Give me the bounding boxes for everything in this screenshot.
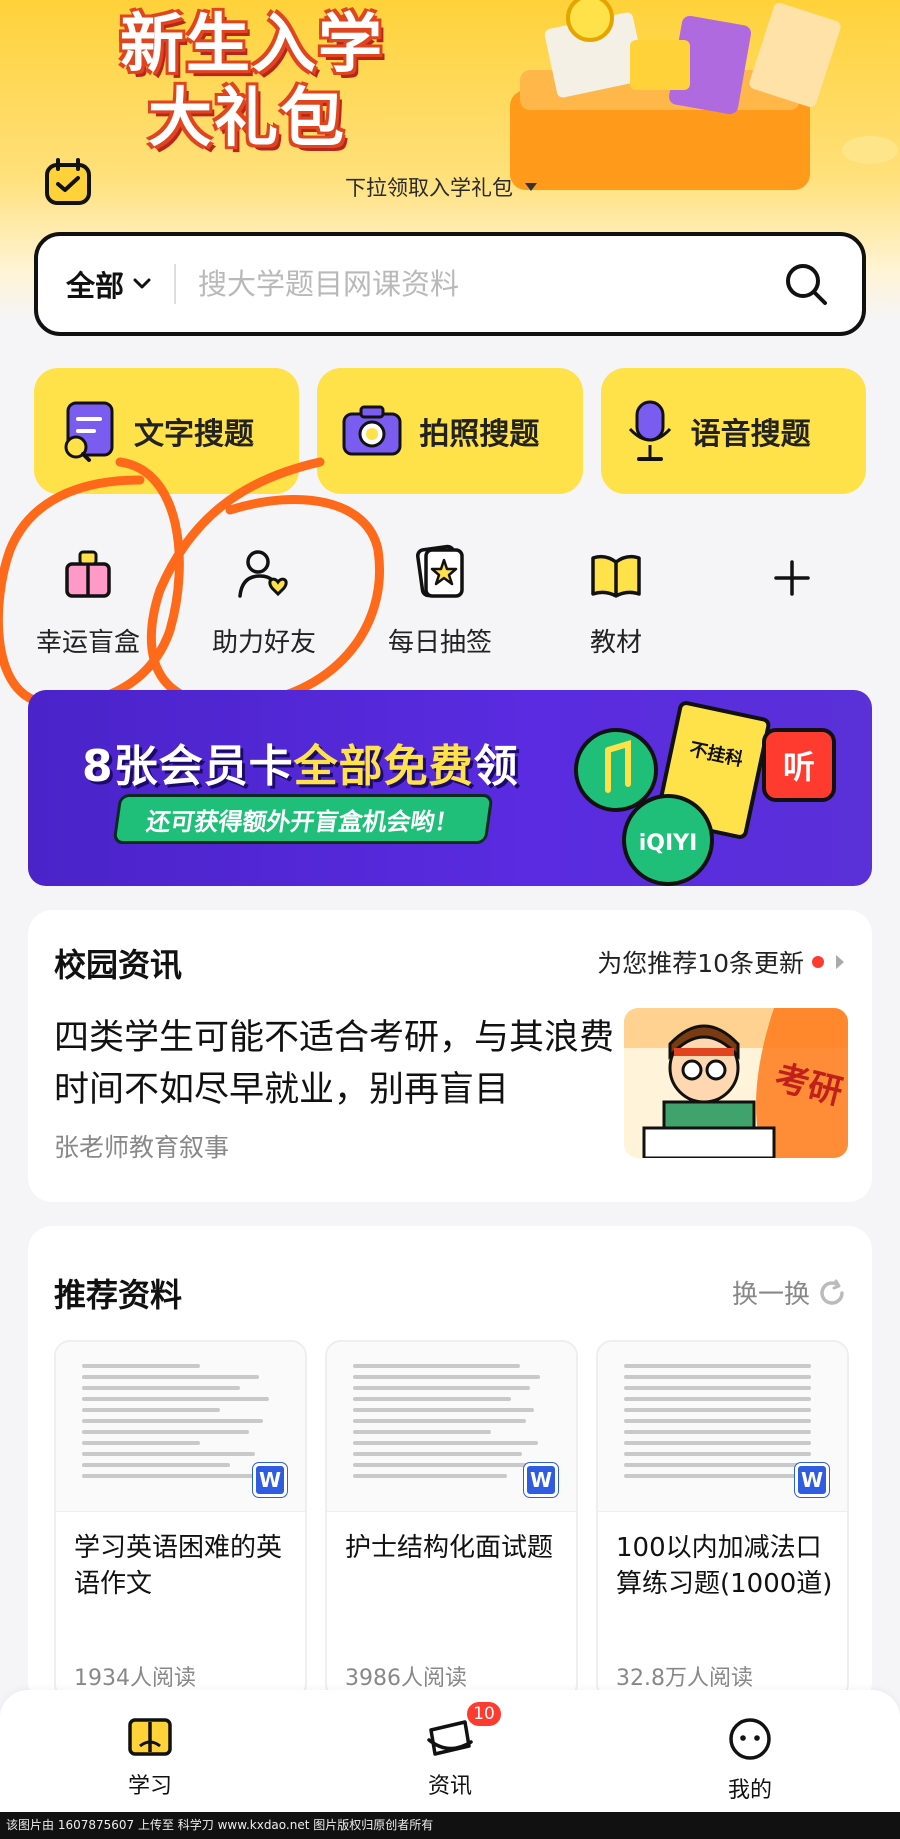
news-recommend-text: 为您推荐10条更新 [597,949,804,978]
tool-lucky-box-label: 幸运盲盒 [35,628,140,658]
news-author: 张老师教育叙事 [54,1133,230,1162]
photo-search-label: 拍照搜题 [419,417,540,452]
doc-read-count: 32.8万人阅读 [616,1666,753,1691]
caret-down-icon [525,183,537,191]
search-scope-dropdown[interactable]: 全部 [66,263,152,305]
doc-title: 护士结构化面试题 [345,1533,554,1563]
book-open-icon [128,1718,172,1756]
search-input[interactable] [198,267,776,301]
promo-logo-2: iQIYI [639,831,698,856]
recommended-materials-card: 推荐资料 换一换 W 学习英语困难的英语作文 1934人阅读 W 护士结构化面试… [28,1226,872,1706]
unread-dot [812,956,824,968]
doc-preview: W [56,1342,305,1512]
music-app-logo [574,728,658,812]
tool-textbook-label: 教材 [589,628,642,658]
tool-help-friend-label: 助力好友 [211,628,316,658]
hero-title: 新生入学 大礼包 [120,8,440,156]
pull-down-hint[interactable]: 下拉领取入学礼包 [345,172,537,202]
membership-promo-banner[interactable]: 8张会员卡全部免费领 还可获得额外开盲盒机会哟！ 不挂科 听 iQIYI [28,690,872,886]
search-divider [174,264,177,304]
tab-study[interactable]: 学习 [0,1690,300,1812]
text-search-icon [64,401,114,462]
tab-me[interactable]: 我的 [600,1690,900,1812]
word-doc-icon: W [795,1463,829,1497]
text-search-label: 文字搜题 [134,417,254,452]
smile-face-icon [729,1718,771,1760]
tab-news-label: 资讯 [427,1774,472,1799]
doc-title: 学习英语困难的英语作文 [74,1533,283,1599]
promo-head-post: 领 [473,741,519,792]
tool-help-friend[interactable]: 助力好友 [176,530,352,660]
doc-card[interactable]: W 护士结构化面试题 3986人阅读 [325,1340,578,1700]
news-thumbnail[interactable]: 考研 [624,1008,848,1158]
calendar-check-icon [45,158,91,205]
word-doc-icon: W [524,1463,558,1497]
image-copyright-footer: 该图片由 1607875607 上传至 科学刀 www.kxdao.net 图片… [0,1812,900,1839]
search-bar: 全部 [34,232,866,336]
chevron-right-icon [836,955,844,969]
doc-card[interactable]: W 学习英语困难的英语作文 1934人阅读 [54,1340,307,1700]
promo-subline: 还可获得额外开盲盒机会哟！ [112,794,494,844]
promo-head-highlight: 全部免费 [293,741,474,792]
notification-badge: 10 [465,1700,503,1728]
doc-read-count: 1934人阅读 [74,1666,196,1691]
study-cartoon-image: 考研 [624,1008,848,1158]
news-recommend-link[interactable]: 为您推荐10条更新 [597,944,844,980]
swap-label: 换一换 [731,1280,810,1310]
doc-preview: W [598,1342,847,1512]
word-doc-icon: W [253,1463,287,1497]
campus-news-card[interactable]: 校园资讯 为您推荐10条更新 四类学生可能不适合考研，与其浪费时间不如尽早就业，… [28,910,872,1202]
voice-search-button[interactable]: 语音搜题 [600,368,866,494]
tool-textbook[interactable]: 教材 [528,530,704,660]
tool-daily-draw-label: 每日抽签 [387,628,492,658]
microphone-icon [628,400,671,461]
doc-title: 100以内加减法口算练习题(1000道) [616,1533,833,1599]
doc-read-count: 3986人阅读 [345,1666,467,1691]
chevron-down-icon [133,278,151,289]
star-card-icon [416,544,464,598]
footer-text: 该图片由 1607875607 上传至 科学刀 www.kxdao.net 图片… [6,1818,434,1832]
campus-news-title: 校园资讯 [54,946,183,984]
tab-me-label: 我的 [727,1778,772,1803]
recommended-title: 推荐资料 [54,1276,183,1314]
book-icon [591,554,641,598]
photo-search-button[interactable]: 拍照搜题 [317,368,583,494]
search-scope-label: 全部 [66,269,125,303]
search-icon [786,264,827,305]
camera-icon [342,405,402,456]
bottom-tab-bar: 学习 资讯 10 我的 [0,1690,900,1812]
calendar-checkin-button[interactable] [42,156,94,208]
promo-headline: 8张会员卡全部免费领 [82,730,519,794]
promo-partner-logos: 不挂科 听 iQIYI [574,701,836,886]
gift-box-icon [65,550,111,598]
gift-box-illustration [510,0,898,190]
doc-card[interactable]: W 100以内加减法口算练习题(1000道) 32.8万人阅读 [596,1340,849,1700]
doc-preview: W [327,1342,576,1512]
tab-news[interactable]: 资讯 10 [300,1690,600,1812]
plus-icon [774,560,810,596]
quick-search-row: 文字搜题 拍照搜题 语音搜题 [34,368,866,494]
promo-sub-text: 还可获得额外开盲盒机会哟！ [144,807,461,836]
tab-study-label: 学习 [127,1774,172,1799]
voice-search-label: 语音搜题 [690,417,811,452]
hero-title-line2: 大礼包 [148,82,346,156]
search-button[interactable] [776,254,836,314]
tools-row: 幸运盲盒 助力好友 每日抽签 教材 [0,530,900,660]
text-search-button[interactable]: 文字搜题 [34,368,300,494]
promo-logo-1: 听 [783,748,815,786]
tool-more[interactable] [704,530,880,660]
tool-daily-draw[interactable]: 每日抽签 [352,530,528,660]
pull-down-hint-text: 下拉领取入学礼包 [345,176,513,200]
friend-heart-icon [238,550,288,598]
news-headline[interactable]: 四类学生可能不适合考研，与其浪费时间不如尽早就业，别再盲目 [54,1012,614,1116]
hero-title-line1: 新生入学 [120,8,384,82]
swap-button[interactable]: 换一换 [732,1274,846,1311]
promo-head-pre: 8张会员卡 [82,741,294,792]
refresh-icon [820,1279,844,1305]
tool-lucky-box[interactable]: 幸运盲盒 [0,530,176,660]
